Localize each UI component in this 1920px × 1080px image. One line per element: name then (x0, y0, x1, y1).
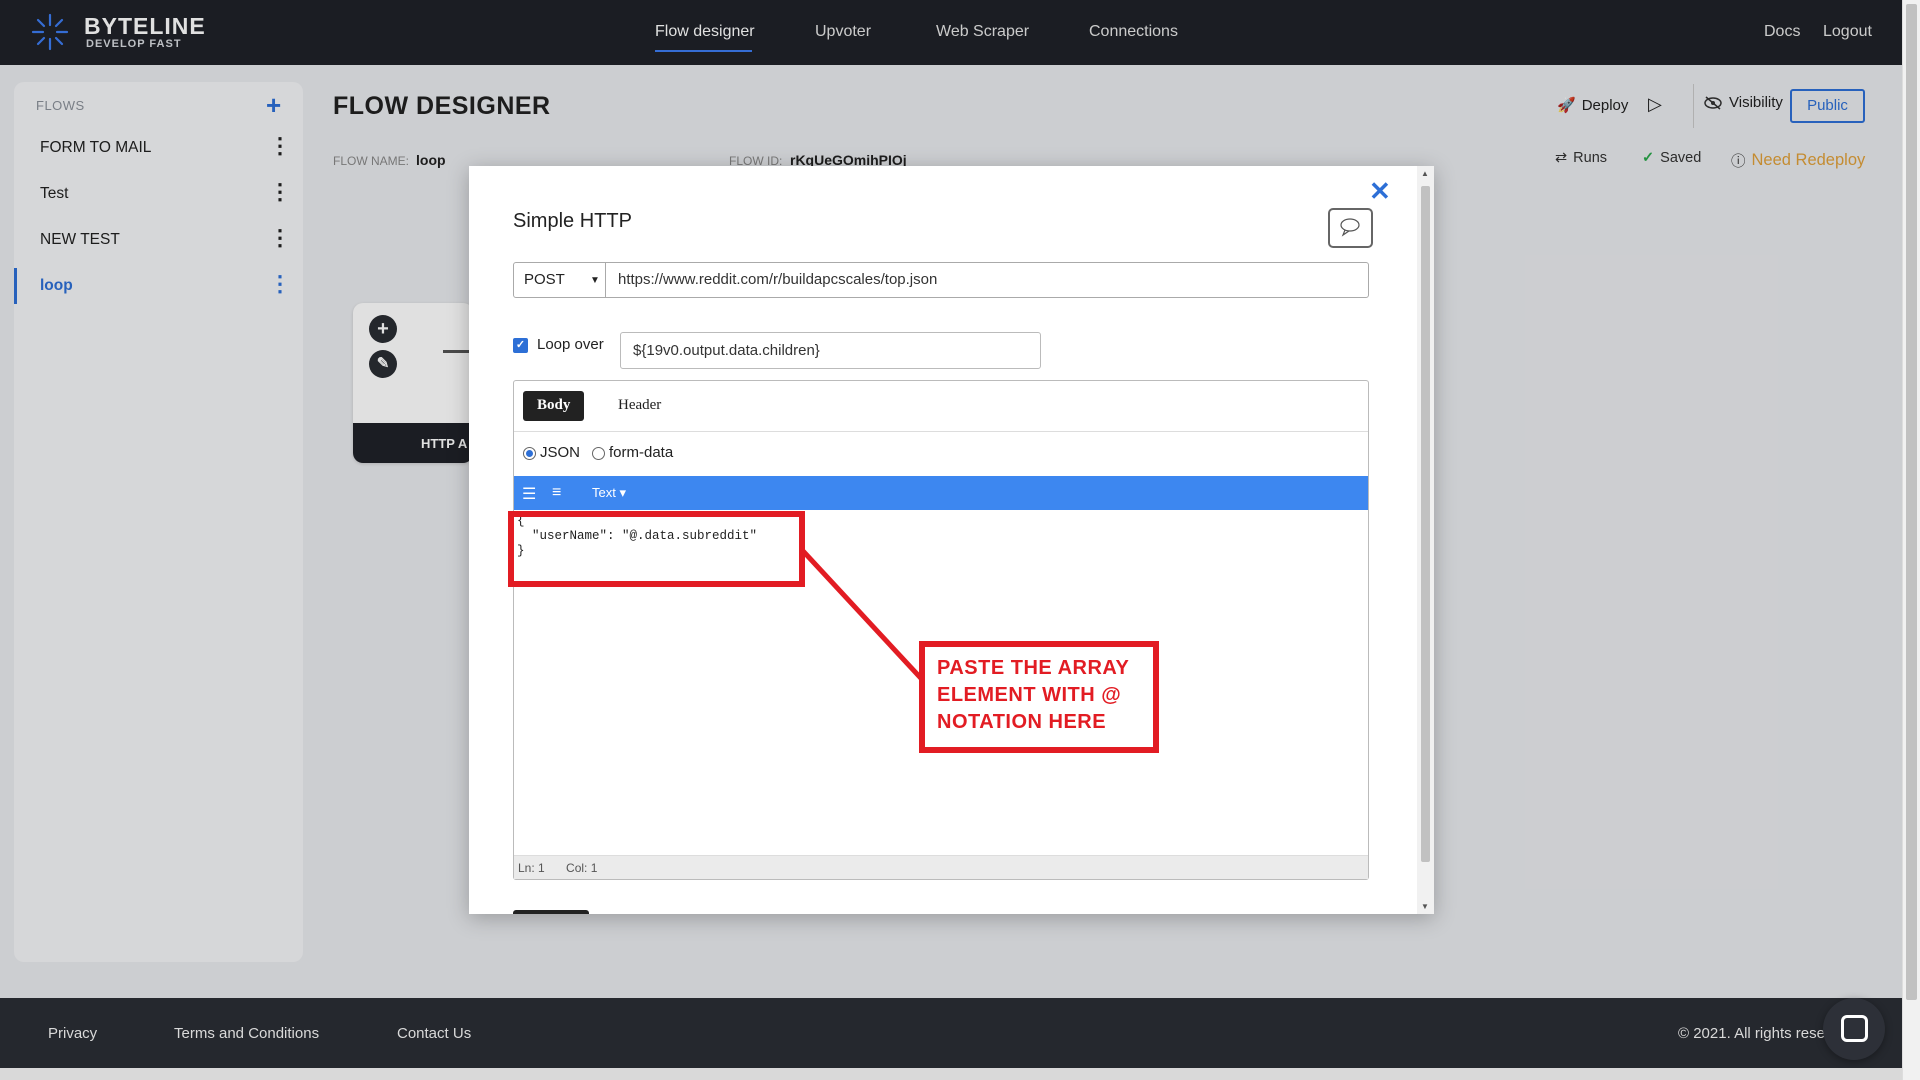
footer-copyright: © 2021. All rights rese (1678, 1025, 1825, 1042)
footer-terms-link[interactable]: Terms and Conditions (174, 1025, 319, 1042)
annotation-note: PASTE THE ARRAY ELEMENT WITH @ NOTATION … (919, 641, 1159, 753)
page-scrollbar[interactable] (1902, 0, 1920, 1080)
chat-icon (1841, 1015, 1868, 1042)
footer-privacy-link[interactable]: Privacy (48, 1025, 97, 1042)
page-scroll-thumb[interactable] (1906, 4, 1917, 1000)
footer-contact-link[interactable]: Contact Us (397, 1025, 471, 1042)
chat-launcher-button[interactable] (1823, 998, 1885, 1060)
horizontal-scrollbar[interactable] (0, 1068, 1902, 1080)
annotation-arrow (801, 549, 932, 690)
